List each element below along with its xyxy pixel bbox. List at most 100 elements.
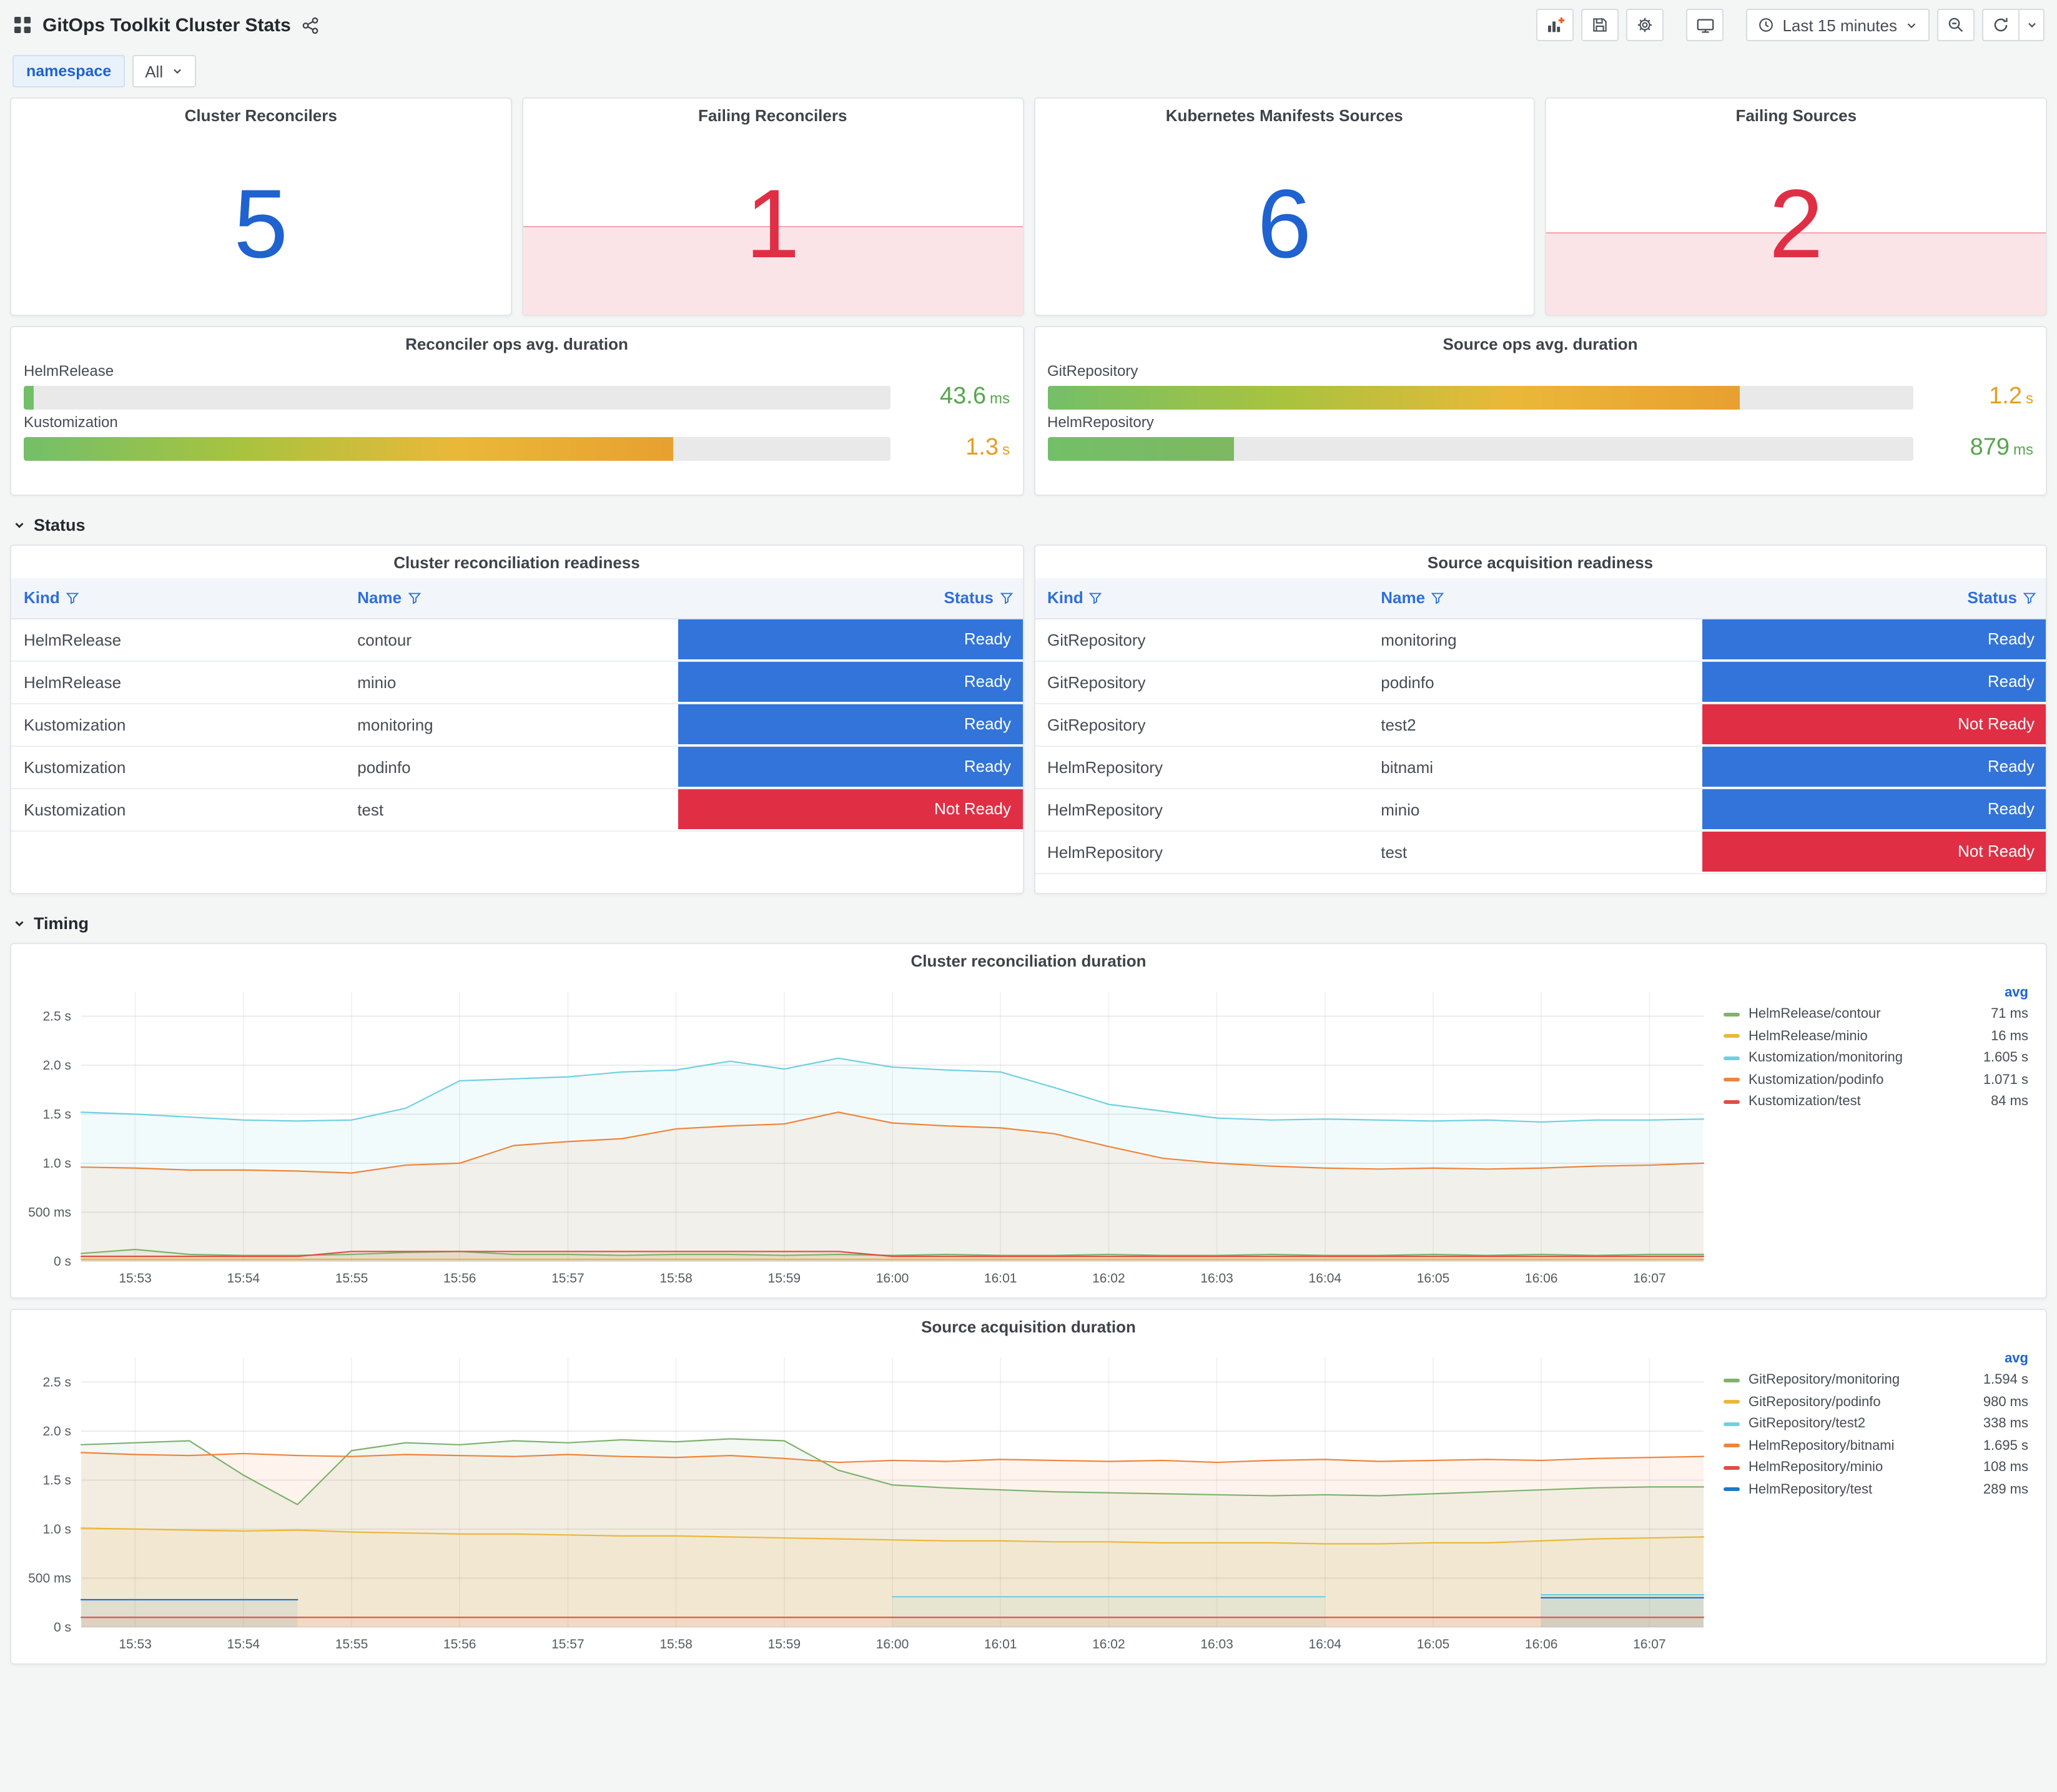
column-header-status[interactable]: Status bbox=[1702, 578, 2046, 619]
panel-title: Cluster reconciliation readiness bbox=[393, 553, 640, 571]
dashboard-grid-icon[interactable] bbox=[12, 15, 32, 35]
variables-row: namespace All bbox=[0, 50, 2057, 97]
legend-item[interactable]: GitRepository/podinfo 980 ms bbox=[1724, 1391, 2028, 1413]
readiness-table: Kind Name Status GitRepository monitoring… bbox=[1035, 578, 2046, 874]
gauge-track bbox=[1047, 436, 1913, 460]
gear-icon bbox=[1636, 16, 1654, 34]
svg-text:15:53: 15:53 bbox=[119, 1271, 152, 1286]
time-range-picker[interactable]: Last 15 minutes bbox=[1746, 9, 1930, 41]
series-color-marker bbox=[1724, 1422, 1740, 1426]
table-row: HelmRelease contour Ready bbox=[11, 618, 1022, 661]
legend-item[interactable]: Kustomization/podinfo 1.071 s bbox=[1724, 1069, 2028, 1091]
cell-name: bitnami bbox=[1368, 746, 1702, 789]
section-title: Timing bbox=[34, 914, 89, 933]
section-title: Status bbox=[34, 516, 86, 534]
svg-text:16:02: 16:02 bbox=[1092, 1271, 1125, 1286]
series-name: HelmRelease/minio bbox=[1749, 1028, 1868, 1044]
time-series-plot[interactable]: 0 s 500 ms 1.0 s 1.5 s 2.0 s 2.5 s 15:53 15:54 1… bbox=[14, 1342, 1714, 1657]
legend-item[interactable]: HelmRelease/minio 16 ms bbox=[1724, 1025, 2028, 1047]
column-header-kind[interactable]: Kind bbox=[11, 578, 345, 619]
refresh-icon bbox=[1992, 16, 2010, 34]
legend-item[interactable]: HelmRepository/minio 108 ms bbox=[1724, 1457, 2028, 1479]
column-header-status[interactable]: Status bbox=[678, 578, 1022, 619]
series-name: Kustomization/monitoring bbox=[1749, 1050, 1903, 1066]
svg-text:16:03: 16:03 bbox=[1200, 1637, 1233, 1652]
svg-text:1.5 s: 1.5 s bbox=[42, 1473, 71, 1487]
cell-status: Ready bbox=[1702, 618, 2046, 661]
dashboard-settings-button[interactable] bbox=[1626, 9, 1664, 41]
cell-name: test bbox=[1368, 830, 1702, 874]
svg-text:15:55: 15:55 bbox=[335, 1637, 368, 1652]
series-color-marker bbox=[1724, 1400, 1740, 1404]
table-row: HelmRepository bitnami Ready bbox=[1035, 746, 2046, 789]
svg-text:15:59: 15:59 bbox=[768, 1637, 801, 1652]
variable-namespace-label[interactable]: namespace bbox=[12, 55, 126, 87]
series-color-marker bbox=[1724, 1034, 1740, 1038]
series-name: GitRepository/test2 bbox=[1749, 1416, 1866, 1432]
series-color-marker bbox=[1724, 1378, 1740, 1382]
svg-text:16:02: 16:02 bbox=[1092, 1637, 1125, 1652]
panel-source-acquisition-readiness: Source acquisition readiness Kind Name S… bbox=[1033, 544, 2047, 894]
legend-item[interactable]: GitRepository/test2 338 ms bbox=[1724, 1413, 2028, 1435]
chevron-down-icon bbox=[15, 523, 24, 528]
cell-name: monitoring bbox=[345, 703, 679, 746]
filter-icon bbox=[999, 593, 1013, 605]
section-row-status[interactable]: Status bbox=[10, 506, 2047, 544]
legend-item[interactable]: GitRepository/monitoring 1.594 s bbox=[1724, 1369, 2028, 1391]
panel-cluster-reconciliation-duration: Cluster reconciliation duration 0 s 500 m… bbox=[10, 943, 2047, 1299]
legend-item[interactable]: HelmRepository/test 289 ms bbox=[1724, 1479, 2028, 1500]
svg-text:16:00: 16:00 bbox=[876, 1637, 909, 1652]
tv-icon bbox=[1695, 16, 1714, 34]
refresh-button[interactable] bbox=[1982, 9, 2020, 41]
svg-text:1.5 s: 1.5 s bbox=[42, 1107, 71, 1121]
series-avg-value: 1.695 s bbox=[1983, 1438, 2028, 1454]
variable-namespace-select[interactable]: All bbox=[132, 55, 196, 87]
panel-title: Cluster Reconcilers bbox=[184, 106, 337, 124]
legend-item[interactable]: HelmRelease/contour 71 ms bbox=[1724, 1003, 2028, 1025]
cell-status: Ready bbox=[678, 746, 1022, 789]
cell-status: Ready bbox=[678, 618, 1022, 661]
bar-gauge: GitRepository 1.2 s bbox=[1047, 362, 2033, 411]
add-panel-button[interactable] bbox=[1536, 9, 1574, 41]
zoom-out-button[interactable] bbox=[1937, 9, 1975, 41]
cell-status: Ready bbox=[678, 703, 1022, 746]
cell-status: Not Ready bbox=[1702, 830, 2046, 874]
panel-title: Source ops avg. duration bbox=[1443, 334, 1638, 353]
cell-status: Ready bbox=[678, 661, 1022, 704]
save-dashboard-button[interactable] bbox=[1581, 9, 1619, 41]
legend-item[interactable]: Kustomization/monitoring 1.605 s bbox=[1724, 1047, 2028, 1069]
bar-gauge: HelmRepository 879 ms bbox=[1047, 413, 2033, 462]
series-avg-value: 1.071 s bbox=[1983, 1072, 2028, 1088]
gauge-track bbox=[24, 385, 890, 409]
section-row-timing[interactable]: Timing bbox=[10, 904, 2047, 943]
panel-title: Kubernetes Manifests Sources bbox=[1165, 106, 1403, 124]
gauge-fill bbox=[24, 436, 674, 460]
refresh-interval-dropdown[interactable] bbox=[2020, 9, 2045, 41]
legend-item[interactable]: Kustomization/test 84 ms bbox=[1724, 1091, 2028, 1113]
clock-icon bbox=[1757, 16, 1775, 34]
tv-mode-button[interactable] bbox=[1686, 9, 1724, 41]
time-series-plot[interactable]: 0 s 500 ms 1.0 s 1.5 s 2.0 s 2.5 s 15:53 15:54 1… bbox=[14, 977, 1714, 1291]
svg-text:15:56: 15:56 bbox=[443, 1637, 476, 1652]
cell-kind: HelmRepository bbox=[1035, 746, 1369, 789]
filter-icon bbox=[407, 593, 421, 605]
series-name: HelmRelease/contour bbox=[1749, 1007, 1881, 1022]
cell-kind: HelmRelease bbox=[11, 618, 345, 661]
filter-icon bbox=[1089, 593, 1103, 605]
series-avg-value: 84 ms bbox=[1991, 1094, 2028, 1110]
stat-value: 6 bbox=[1257, 168, 1312, 278]
svg-text:1.0 s: 1.0 s bbox=[42, 1156, 71, 1171]
page-title[interactable]: GitOps Toolkit Cluster Stats bbox=[42, 14, 291, 36]
share-icon[interactable] bbox=[301, 16, 320, 34]
series-name: GitRepository/monitoring bbox=[1749, 1372, 1900, 1388]
svg-text:16:05: 16:05 bbox=[1417, 1271, 1450, 1286]
panel-title: Source acquisition readiness bbox=[1427, 553, 1654, 571]
svg-text:0 s: 0 s bbox=[54, 1620, 71, 1635]
filter-icon bbox=[1431, 593, 1444, 605]
series-name: HelmRepository/bitnami bbox=[1749, 1438, 1895, 1454]
legend-item[interactable]: HelmRepository/bitnami 1.695 s bbox=[1724, 1435, 2028, 1457]
column-header-name[interactable]: Name bbox=[1368, 578, 1702, 619]
column-header-kind[interactable]: Kind bbox=[1035, 578, 1369, 619]
column-header-name[interactable]: Name bbox=[345, 578, 679, 619]
gauge-track bbox=[24, 436, 890, 460]
